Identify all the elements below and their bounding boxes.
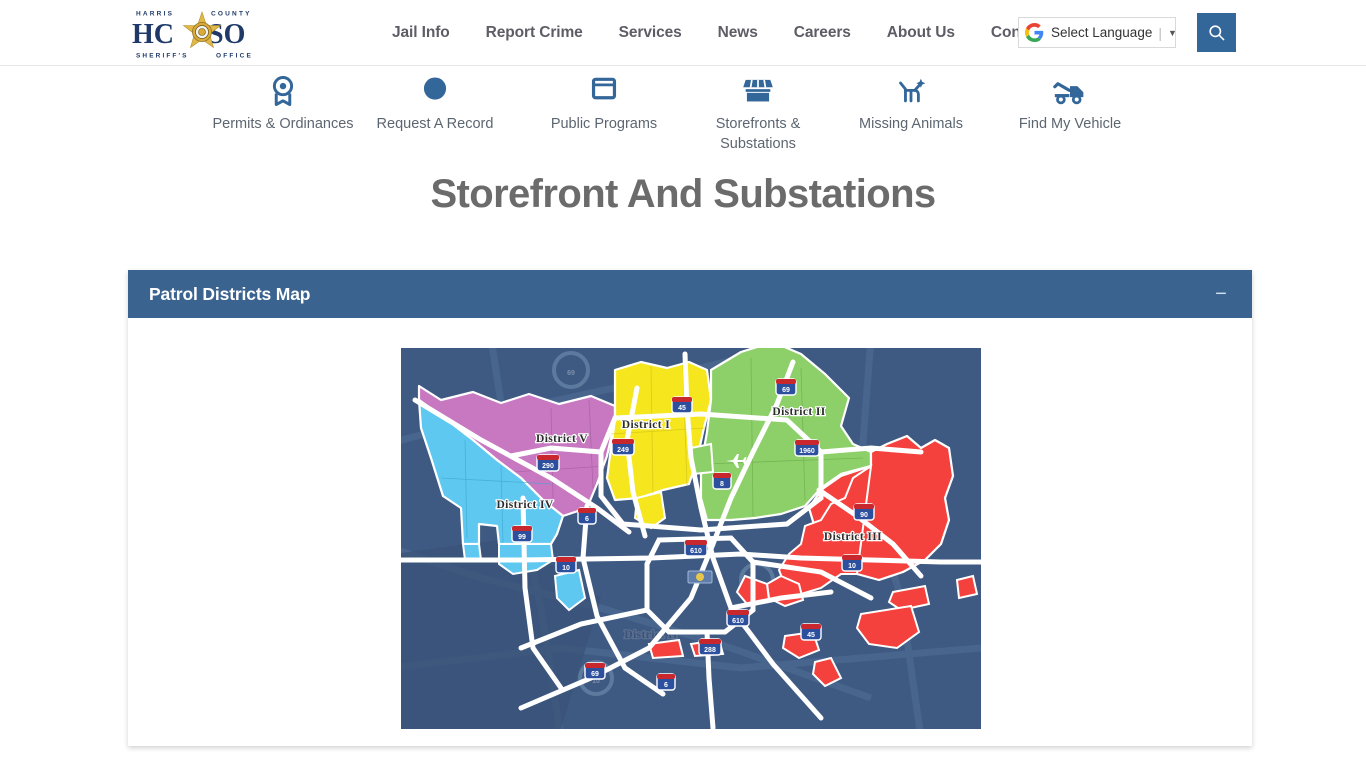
svg-text:1960: 1960 (799, 448, 815, 455)
svg-text:OFFICE: OFFICE (216, 53, 253, 60)
hcso-logo[interactable]: HARRIS COUNTY HC SO SHERIFF'S OFFICE (128, 6, 276, 60)
nav-item-report-crime[interactable]: Report Crime (468, 0, 601, 66)
quicklink-request-a-record[interactable]: Request A Record (355, 74, 515, 134)
svg-text:SO: SO (208, 19, 245, 50)
svg-text:6: 6 (585, 516, 589, 523)
tow-truck-icon (990, 74, 1150, 108)
search-button[interactable] (1197, 13, 1236, 52)
shield-610-lower: 610 (726, 609, 750, 627)
shield-45: 45 (671, 396, 693, 414)
card-body: 69 10 District II 69 45 249 290 1960 8 6… (128, 318, 1252, 746)
svg-text:8: 8 (720, 481, 724, 488)
storefront-icon (678, 74, 838, 108)
page-title: Storefront And Substations (430, 172, 936, 216)
svg-text:HC: HC (132, 19, 174, 50)
language-selector-separator: | (1158, 24, 1162, 41)
chevron-down-icon[interactable]: ▼ (1168, 28, 1177, 38)
shield-99: 99 (511, 525, 533, 543)
district-label-iv: District IV (496, 499, 553, 511)
svg-text:45: 45 (807, 632, 815, 639)
svg-text:90: 90 (860, 512, 868, 519)
shield-249: 249 (611, 438, 635, 456)
nav-item-jail-info[interactable]: Jail Info (392, 0, 468, 66)
quicklink-public-programs[interactable]: Public Programs (524, 74, 684, 134)
svg-text:290: 290 (542, 463, 554, 470)
downtown-marker (687, 570, 713, 584)
svg-text:6: 6 (664, 682, 668, 689)
district-label-i: District I (622, 419, 671, 431)
record-circle-icon (355, 74, 515, 108)
svg-text:99: 99 (518, 534, 526, 541)
quicklink-missing-animals[interactable]: Missing Animals (831, 74, 991, 134)
patrol-districts-map[interactable]: 69 10 District II 69 45 249 290 1960 8 6… (401, 348, 981, 729)
district-label-v: District V (536, 433, 588, 445)
search-icon (1209, 25, 1225, 41)
shield-290: 290 (536, 454, 560, 472)
nav-item-about-us[interactable]: About Us (869, 0, 973, 66)
award-ribbon-icon (203, 74, 363, 108)
shield-69: 69 (775, 378, 797, 396)
shield-10-west: 10 (555, 556, 577, 574)
quicklink-permits-ordinances[interactable]: Permits & Ordinances (203, 74, 363, 134)
language-selector-label: Select Language (1051, 25, 1153, 40)
nav-item-careers[interactable]: Careers (776, 0, 869, 66)
main-navigation: Jail Info Report Crime Services News Car… (392, 0, 1090, 66)
patrol-districts-map-card: Patrol Districts Map − 69 10 District II… (128, 270, 1252, 746)
shield-90: 90 (853, 503, 875, 521)
quicklink-find-my-vehicle[interactable]: Find My Vehicle (990, 74, 1150, 134)
svg-text:249: 249 (617, 447, 629, 454)
svg-text:HARRIS: HARRIS (136, 11, 174, 18)
svg-text:69: 69 (782, 387, 790, 394)
svg-text:610: 610 (690, 548, 702, 555)
svg-text:45: 45 (678, 405, 686, 412)
quicklink-label: Public Programs (550, 116, 658, 132)
quick-links-bar: Permits & Ordinances Request A Record Pu… (0, 66, 1366, 164)
site-header: HARRIS COUNTY HC SO SHERIFF'S OFFICE Jai… (0, 0, 1366, 66)
district-iii-island-g (955, 574, 979, 600)
svg-text:69: 69 (567, 370, 575, 377)
card-title: Patrol Districts Map (149, 283, 311, 304)
quicklink-label: Missing Animals (859, 116, 963, 132)
svg-text:COUNTY: COUNTY (211, 11, 252, 18)
shield-8: 8 (712, 472, 732, 490)
shield-288: 288 (698, 638, 722, 656)
svg-text:SHERIFF'S: SHERIFF'S (136, 53, 189, 60)
language-selector[interactable]: Select Language | ▼ (1018, 17, 1177, 48)
map-canvas: 69 10 District II 69 45 249 290 1960 8 6… (401, 348, 981, 729)
collapse-toggle-icon[interactable]: − (1212, 284, 1230, 304)
quicklink-storefronts-substations[interactable]: Storefronts & Substations (678, 74, 838, 154)
shield-1960: 1960 (794, 439, 820, 457)
shield-6-south: 6 (656, 673, 676, 691)
nav-item-services[interactable]: Services (601, 0, 700, 66)
quicklink-label: Find My Vehicle (1018, 116, 1122, 132)
nav-item-news[interactable]: News (700, 0, 776, 66)
quicklink-label: Request A Record (376, 116, 494, 132)
svg-text:288: 288 (704, 647, 716, 654)
svg-text:610: 610 (732, 618, 744, 625)
svg-text:10: 10 (562, 565, 570, 572)
shield-69-south: 69 (584, 662, 606, 680)
district-label-ii: District II (772, 406, 825, 418)
quicklink-label: Storefronts & Substations (715, 116, 801, 152)
shield-6-north: 6 (577, 507, 597, 525)
quicklink-label: Permits & Ordinances (212, 116, 354, 132)
dog-icon (831, 74, 991, 108)
district-label-iii: District III (824, 531, 882, 543)
shield-10-east: 10 (841, 554, 863, 572)
shield-610-upper: 610 (684, 539, 708, 557)
svg-text:10: 10 (848, 563, 856, 570)
card-header[interactable]: Patrol Districts Map − (128, 270, 1252, 318)
google-g-icon (1025, 23, 1044, 42)
svg-text:69: 69 (591, 671, 599, 678)
window-square-icon (524, 74, 684, 108)
shield-45-south: 45 (800, 623, 822, 641)
